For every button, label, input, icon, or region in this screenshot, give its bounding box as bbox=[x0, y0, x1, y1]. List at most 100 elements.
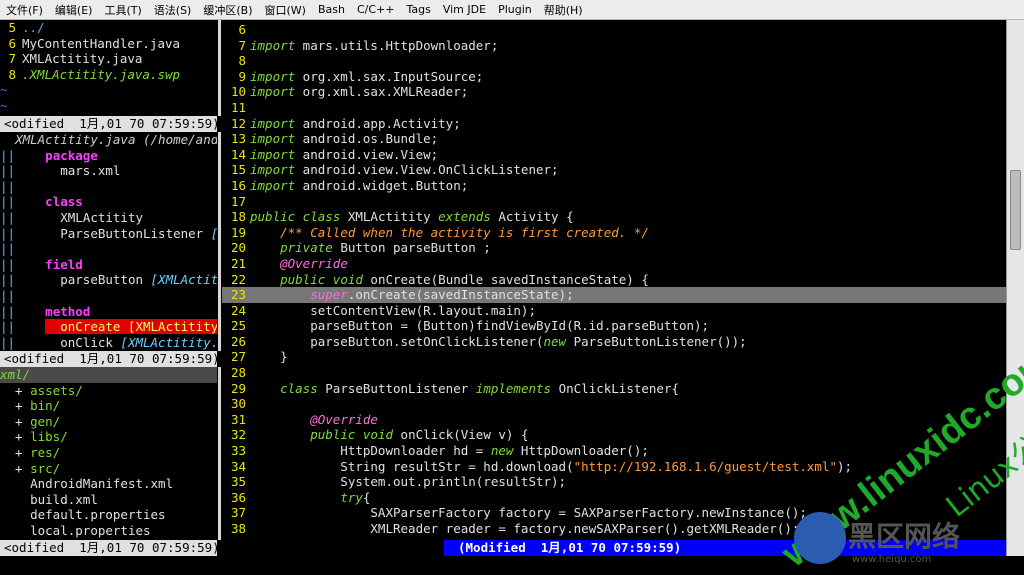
files-pane-status: <odified 1月,01 70 07:59:59) bbox=[0, 116, 217, 132]
code-line[interactable]: 25 parseButton = (Button)findViewById(R.… bbox=[222, 318, 1006, 334]
menu-item-2[interactable]: 工具(T) bbox=[104, 2, 141, 18]
code-line[interactable]: 6 bbox=[222, 22, 1006, 38]
menu-item-9[interactable]: Vim JDE bbox=[443, 3, 486, 16]
code-line[interactable]: 31 @Override bbox=[222, 412, 1006, 428]
code-line[interactable]: 35 System.out.println(resultStr); bbox=[222, 474, 1006, 490]
code-line[interactable]: 34 String resultStr = hd.download("http:… bbox=[222, 459, 1006, 475]
taglist-item[interactable]: || parseButton [XMLActitit bbox=[0, 272, 217, 288]
code-lines[interactable]: 6 7 import mars.utils.HttpDownloader; 8 9 imp… bbox=[222, 22, 1006, 537]
taglist-item[interactable]: || mars.xml bbox=[0, 163, 217, 179]
code-line[interactable]: 36 try{ bbox=[222, 490, 1006, 506]
project-folder[interactable]: + src/ bbox=[0, 461, 217, 477]
code-pane[interactable]: 6 7 import mars.utils.HttpDownloader; 8 9 imp… bbox=[222, 20, 1006, 556]
menu-item-4[interactable]: 缓冲区(B) bbox=[203, 2, 252, 18]
taglist-item[interactable]: || class bbox=[0, 194, 217, 210]
line-number: 23 bbox=[230, 287, 246, 303]
file-list-item[interactable]: 8 .XMLActitity.java.swp bbox=[0, 67, 217, 83]
code-line[interactable]: 22 public void onCreate(Bundle savedInst… bbox=[222, 272, 1006, 288]
code-line[interactable]: 12 import android.app.Activity; bbox=[222, 116, 1006, 132]
line-number: 28 bbox=[230, 365, 246, 381]
menu-item-0[interactable]: 文件(F) bbox=[6, 2, 43, 18]
scrollbar-thumb[interactable] bbox=[1010, 170, 1021, 250]
code-line[interactable]: 13 import android.os.Bundle; bbox=[222, 131, 1006, 147]
taglist-section: field bbox=[15, 256, 83, 272]
code-line[interactable]: 33 HttpDownloader hd = new HttpDownloade… bbox=[222, 443, 1006, 459]
file-name: MyContentHandler.java bbox=[22, 35, 181, 51]
tree-item-label: local.properties bbox=[30, 522, 151, 538]
fold-marker: || bbox=[0, 147, 16, 163]
code-line[interactable]: 14 import android.view.View; bbox=[222, 147, 1006, 163]
menu-item-5[interactable]: 窗口(W) bbox=[265, 2, 306, 18]
project-pane[interactable]: xml/ + assets/ + bin/ + gen/ + libs/ + r… bbox=[0, 367, 217, 540]
project-root[interactable]: xml/ bbox=[0, 367, 217, 383]
file-list-item[interactable]: 6 MyContentHandler.java bbox=[0, 36, 217, 52]
code-line[interactable]: 20 private Button parseButton ; bbox=[222, 240, 1006, 256]
tree-item-label: bin/ bbox=[30, 398, 61, 414]
menu-item-7[interactable]: C/C++ bbox=[357, 3, 395, 16]
menu-item-11[interactable]: 帮助(H) bbox=[544, 2, 583, 18]
file-name: XMLActitity.java bbox=[22, 51, 143, 67]
taglist-pane[interactable]: XMLActitity.java (/home/and || package || … bbox=[0, 132, 217, 350]
taglist-item[interactable]: || onClick [XMLActitity.Pa bbox=[0, 335, 217, 351]
code-line[interactable]: 17 bbox=[222, 194, 1006, 210]
line-number: 18 bbox=[230, 209, 246, 225]
code-line[interactable]: 24 setContentView(R.layout.main); bbox=[222, 303, 1006, 319]
code-line[interactable]: 15 import android.view.View.OnClickListen… bbox=[222, 162, 1006, 178]
line-number: 6 bbox=[8, 35, 16, 51]
line-number: 8 bbox=[8, 66, 16, 82]
code-line[interactable]: 30 bbox=[222, 396, 1006, 412]
line-number: 30 bbox=[230, 396, 246, 412]
command-line[interactable] bbox=[0, 556, 1024, 575]
project-folder[interactable]: + assets/ bbox=[0, 383, 217, 399]
code-line[interactable]: 19 /** Called when the activity is first… bbox=[222, 225, 1006, 241]
code-line[interactable]: 9 import org.xml.sax.InputSource; bbox=[222, 69, 1006, 85]
line-number: 27 bbox=[230, 349, 246, 365]
project-file[interactable]: default.properties bbox=[0, 507, 217, 523]
taglist-file: XMLActitity.java (/home/and bbox=[15, 132, 217, 147]
code-line[interactable]: 18 public class XMLActitity extends Activ… bbox=[222, 209, 1006, 225]
taglist-item[interactable]: || onCreate [XMLActitity] bbox=[0, 319, 217, 335]
project-folder[interactable]: + res/ bbox=[0, 445, 217, 461]
menu-item-1[interactable]: 编辑(E) bbox=[55, 2, 93, 18]
vertical-scrollbar[interactable] bbox=[1006, 20, 1024, 556]
project-folder[interactable]: + libs/ bbox=[0, 429, 217, 445]
line-number: 31 bbox=[230, 411, 246, 427]
code-line[interactable]: 28 bbox=[222, 365, 1006, 381]
line-number: 10 bbox=[230, 84, 246, 100]
code-line[interactable]: 7 import mars.utils.HttpDownloader; bbox=[222, 38, 1006, 54]
menu-item-8[interactable]: Tags bbox=[406, 3, 430, 16]
files-pane[interactable]: 5 ../ 6 MyContentHandler.java 7 XMLActitity.j… bbox=[0, 20, 217, 116]
code-line[interactable]: 23 super.onCreate(savedInstanceState); bbox=[222, 287, 1006, 303]
taglist-item[interactable]: || field bbox=[0, 257, 217, 273]
project-file[interactable]: build.xml bbox=[0, 492, 217, 508]
fold-marker: || bbox=[0, 287, 16, 303]
code-line[interactable]: 21 @Override bbox=[222, 256, 1006, 272]
file-name: ../ bbox=[22, 20, 45, 35]
code-line[interactable]: 11 bbox=[222, 100, 1006, 116]
taglist-item[interactable]: || ParseButtonListener [XM bbox=[0, 226, 217, 242]
code-line[interactable]: 16 import android.widget.Button; bbox=[222, 178, 1006, 194]
file-list-item[interactable]: 7 XMLActitity.java bbox=[0, 51, 217, 67]
taglist-item[interactable]: || XMLActitity bbox=[0, 210, 217, 226]
menu-item-10[interactable]: Plugin bbox=[498, 3, 532, 16]
menu-item-3[interactable]: 语法(S) bbox=[154, 2, 192, 18]
code-line[interactable]: 10 import org.xml.sax.XMLReader; bbox=[222, 84, 1006, 100]
code-line[interactable]: 38 XMLReader reader = factory.newSAXPars… bbox=[222, 521, 1006, 537]
code-line[interactable]: 37 SAXParserFactory factory = SAXParserF… bbox=[222, 505, 1006, 521]
code-line[interactable]: 26 parseButton.setOnClickListener(new Pa… bbox=[222, 334, 1006, 350]
project-folder[interactable]: + bin/ bbox=[0, 398, 217, 414]
taglist-item[interactable]: || package bbox=[0, 148, 217, 164]
code-line[interactable]: 29 class ParseButtonListener implements … bbox=[222, 381, 1006, 397]
taglist-item[interactable]: || method bbox=[0, 304, 217, 320]
project-folder[interactable]: + gen/ bbox=[0, 414, 217, 430]
file-list-item[interactable]: 5 ../ bbox=[0, 20, 217, 36]
code-line[interactable]: 8 bbox=[222, 53, 1006, 69]
code-line[interactable]: 27 } bbox=[222, 349, 1006, 365]
taglist-selected-tag[interactable]: onCreate [XMLActitity] bbox=[45, 319, 217, 335]
menu-item-6[interactable]: Bash bbox=[318, 3, 345, 16]
project-file[interactable]: local.properties bbox=[0, 523, 217, 539]
fold-marker: || bbox=[0, 163, 16, 179]
code-line[interactable]: 32 public void onClick(View v) { bbox=[222, 427, 1006, 443]
project-file[interactable]: AndroidManifest.xml bbox=[0, 476, 217, 492]
line-number: 38 bbox=[230, 521, 246, 536]
